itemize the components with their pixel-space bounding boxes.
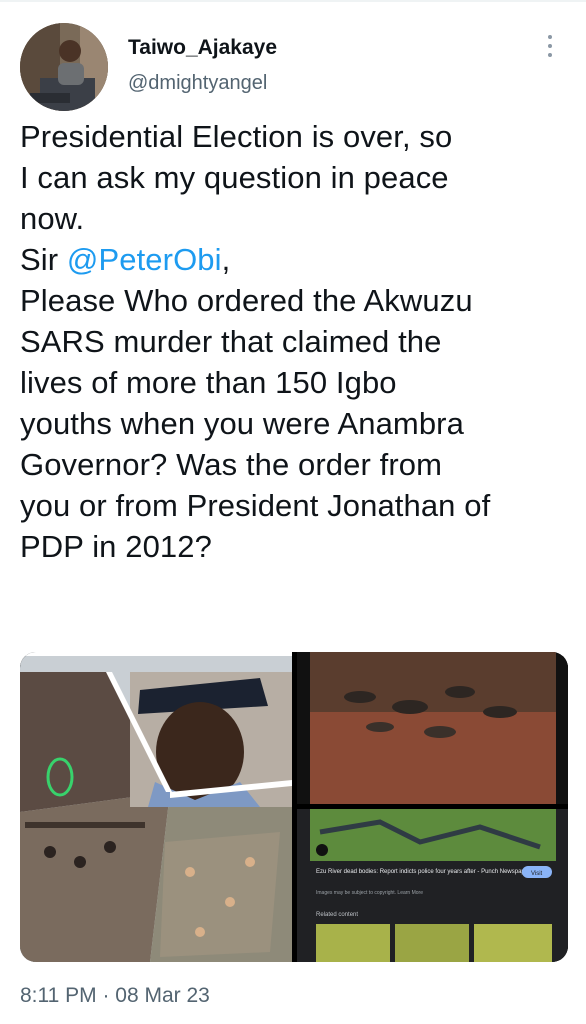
media-images: Ezu River dead bodies: Report indicts po… <box>20 652 568 962</box>
related-content-label: Related content <box>316 912 358 918</box>
tweet-line: SARS murder that claimed the <box>20 324 442 359</box>
top-divider <box>0 0 586 2</box>
display-name[interactable]: Taiwo_Ajakaye <box>128 36 277 60</box>
mention-link[interactable]: @PeterObi <box>67 242 222 277</box>
media-grid[interactable]: Ezu River dead bodies: Report indicts po… <box>20 652 568 962</box>
more-options-icon[interactable] <box>540 30 560 70</box>
mention-suffix: , <box>221 242 231 277</box>
tweet-line: Governor? Was the order from <box>20 447 443 482</box>
tweet-line: Please Who ordered the Akwuzu <box>20 283 473 318</box>
news-subcaption: Images may be subject to copyright. Lear… <box>316 890 423 896</box>
tweet-text: Presidential Election is over, so I can … <box>20 116 570 567</box>
avatar-photo <box>20 23 108 111</box>
tweet-line-mention: Sir @PeterObi, <box>20 239 570 280</box>
tweet-line: you or from President Jonathan of <box>20 488 491 523</box>
media-image-news-screenshot[interactable]: Ezu River dead bodies: Report indicts po… <box>297 809 568 962</box>
tweet-line: lives of more than 150 Igbo <box>20 365 397 400</box>
visit-button[interactable]: Visit <box>531 871 543 877</box>
media-image-collage[interactable] <box>20 652 292 962</box>
tweet-line: now. <box>20 201 85 236</box>
news-caption: Ezu River dead bodies: Report indicts po… <box>316 869 533 875</box>
tweet-timestamp[interactable]: 8:11 PM · 08 Mar 23 <box>20 984 210 1008</box>
tweet-line: Presidential Election is over, so <box>20 119 453 154</box>
media-image-river[interactable] <box>297 652 568 804</box>
mention-prefix: Sir <box>20 242 67 277</box>
avatar[interactable] <box>20 23 108 111</box>
tweet-line: PDP in 2012? <box>20 529 212 564</box>
tweet-line: youths when you were Anambra <box>20 406 464 441</box>
tweet-line: I can ask my question in peace <box>20 160 449 195</box>
user-handle[interactable]: @dmightyangel <box>128 72 267 95</box>
